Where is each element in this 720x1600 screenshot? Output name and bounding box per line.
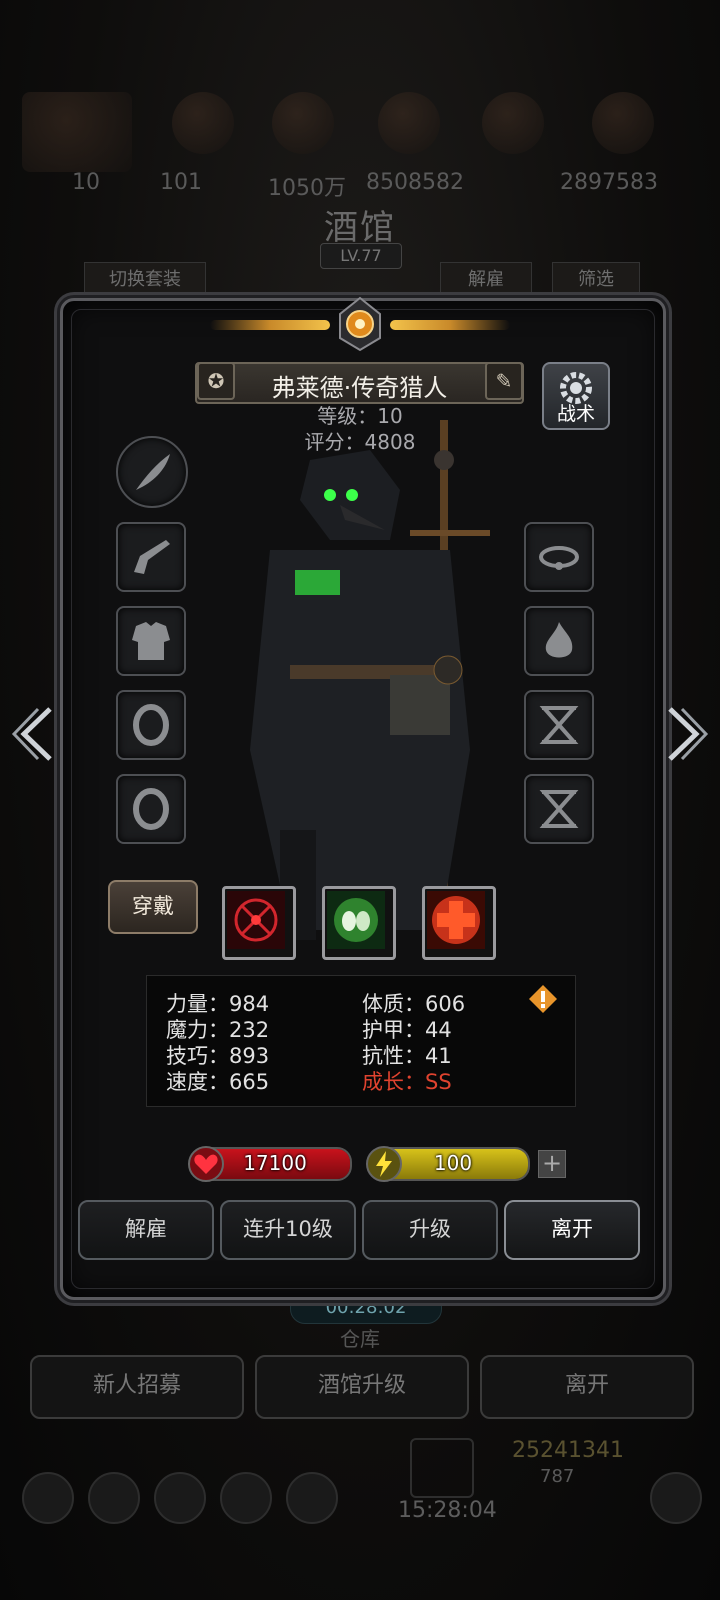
switch-outfit-tab[interactable]: 切换套装 [84,262,206,298]
leave-button[interactable]: 离开 [504,1200,640,1260]
weapon-enchant-slot[interactable] [116,436,188,508]
medal-icon[interactable]: ✪ [197,362,235,400]
ring-slot-2[interactable] [116,774,186,844]
gem-value: 787 [540,1466,575,1487]
menu-icon[interactable] [220,1472,272,1524]
resource-icon [592,92,654,154]
necklace-slot[interactable] [524,522,594,592]
gold-value: 25241341 [512,1438,624,1463]
upgrade-button[interactable]: 升级 [362,1200,498,1260]
edit-icon[interactable]: ✎ [485,362,523,400]
ring-slot-1[interactable] [116,690,186,760]
previous-hero-arrow-icon[interactable] [10,705,56,763]
upgrade-tavern-button[interactable]: 酒馆升级 [255,1355,469,1419]
hourglass-icon [539,706,579,744]
stat-speed: 速度：665 [166,1070,270,1094]
hero-level: 等级：10 [317,404,403,428]
resource-value: 8508582 [366,170,464,195]
resource-icon [378,92,440,154]
crosshair-skill-icon [227,891,285,949]
hero-portrait [250,420,490,940]
avatar [22,92,132,172]
soul-slot[interactable] [524,606,594,676]
poison-skill-icon [327,891,385,949]
dismiss-button[interactable]: 解雇 [78,1200,214,1260]
info-warning-icon[interactable] [528,984,558,1014]
menu-icon[interactable] [286,1472,338,1524]
next-hero-arrow-icon[interactable] [664,705,710,763]
necklace-icon [539,546,579,570]
crest-wing-right [390,320,510,330]
level-up-10-button[interactable]: 连升10级 [220,1200,356,1260]
ring-icon [133,704,169,746]
resource-icon [172,92,234,154]
menu-icon[interactable] [154,1472,206,1524]
recruit-button[interactable]: 新人招募 [30,1355,244,1419]
armor-slot[interactable] [116,606,186,676]
tavern-level: LV.77 [320,243,402,269]
clock: 15:28:04 [398,1498,497,1523]
ring-icon [133,788,169,830]
resource-value: 10 [72,170,100,195]
weapon-slot[interactable] [116,522,186,592]
lightning-icon [366,1146,402,1182]
tactic-label: 战术 [556,403,595,425]
hero-score: 评分：4808 [304,430,416,454]
armor-icon [132,622,170,660]
page-title: 酒馆 [324,208,396,248]
resource-icon [482,92,544,154]
flame-icon [545,622,573,658]
add-icon[interactable] [650,1472,702,1524]
filter-tab[interactable]: 筛选 [552,262,640,298]
hero-name-plate: 弗莱德·传奇猎人 [195,362,524,404]
leave-tavern-button[interactable]: 离开 [480,1355,694,1419]
crest-emblem-icon [339,296,381,352]
skill-slot-2[interactable] [322,886,396,960]
feather-icon [136,454,170,490]
crest-wing-left [210,320,330,330]
resource-icon [272,92,334,154]
resource-value: 101 [160,170,202,195]
hourglass-icon [539,790,579,828]
skill-slot-3[interactable] [422,886,496,960]
resource-value: 1050万 [268,176,346,201]
pistol-icon [134,540,170,574]
resource-bar [0,92,720,172]
rune-slot-1[interactable] [524,690,594,760]
menu-icon[interactable] [88,1472,140,1524]
warehouse-label: 仓库 [340,1327,380,1351]
dismiss-tab[interactable]: 解雇 [440,262,532,298]
add-energy-button[interactable]: + [538,1150,566,1178]
heart-icon [188,1146,224,1182]
rune-slot-2[interactable] [524,774,594,844]
skill-slot-1[interactable] [222,886,296,960]
heal-cross-skill-icon [427,891,485,949]
hero-name: 弗莱德·传奇猎人 [271,374,448,402]
resource-value: 2897583 [560,170,658,195]
stat-growth: 成长：SS [362,1070,452,1094]
equip-button[interactable]: 穿戴 [108,880,198,934]
tactic-button[interactable]: 战术 [542,362,610,430]
menu-icon[interactable] [22,1472,74,1524]
gift-icon[interactable] [410,1438,474,1498]
